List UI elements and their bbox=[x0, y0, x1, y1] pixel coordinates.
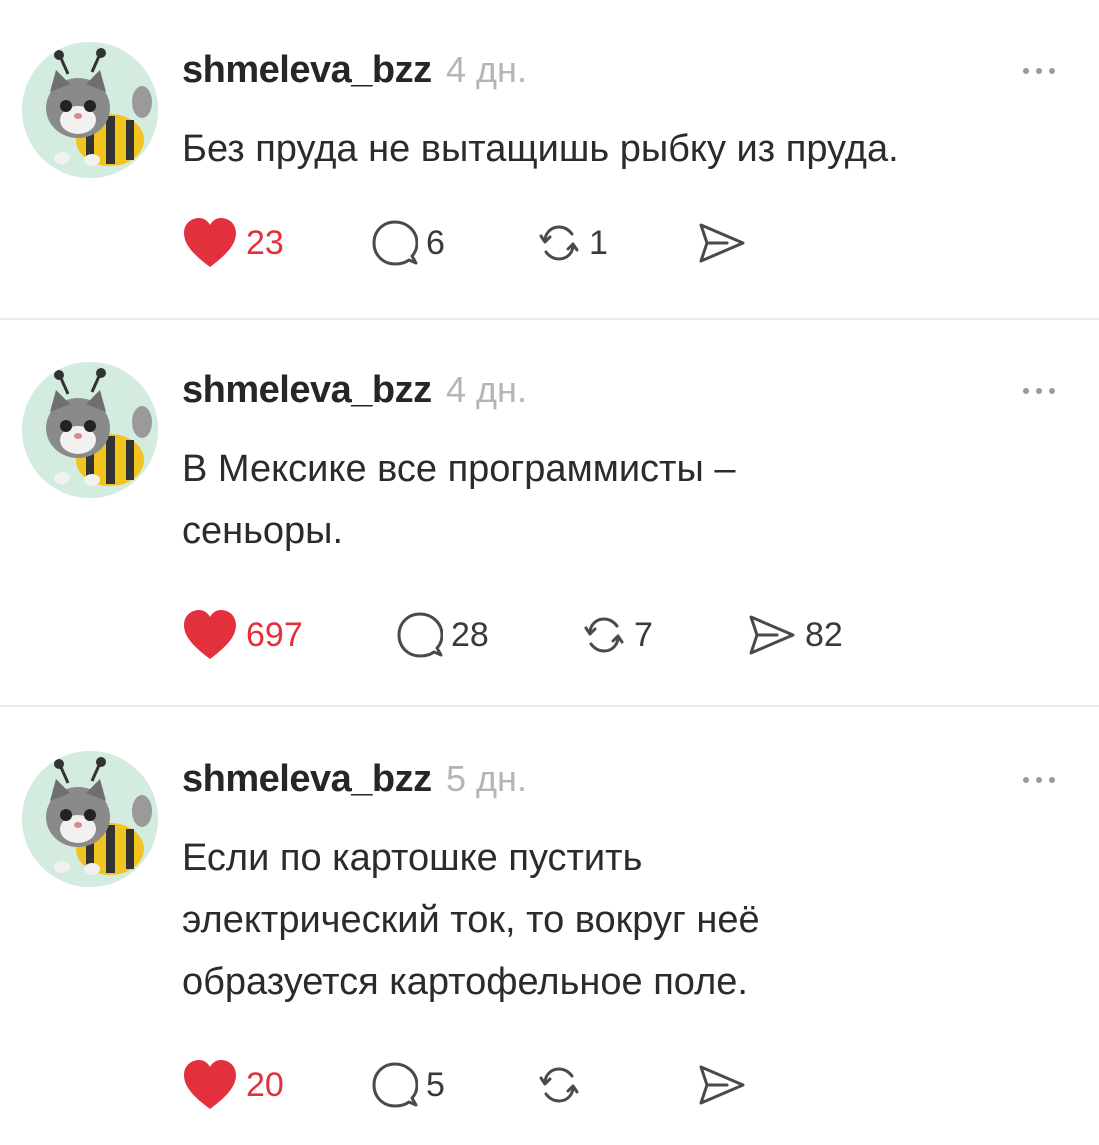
comment-count: 5 bbox=[426, 1065, 445, 1104]
post: shmeleva_bzz 4 дн. В Мексике все програм… bbox=[0, 320, 1099, 705]
like-count: 697 bbox=[246, 615, 303, 654]
comment-button[interactable]: 5 bbox=[372, 1057, 445, 1113]
post-meta: shmeleva_bzz 4 дн. bbox=[182, 45, 527, 95]
avatar[interactable] bbox=[22, 751, 158, 887]
repost-button[interactable] bbox=[537, 1057, 589, 1113]
repost-button[interactable]: 1 bbox=[537, 215, 608, 271]
like-count: 23 bbox=[246, 223, 284, 262]
repost-icon bbox=[539, 1067, 579, 1103]
comment-button[interactable]: 6 bbox=[372, 215, 445, 271]
bee-cat-avatar-icon bbox=[22, 751, 158, 887]
post-text-line: электрический ток, то вокруг неё bbox=[182, 899, 760, 941]
like-button[interactable]: 20 bbox=[182, 1057, 284, 1113]
share-send-icon bbox=[699, 1065, 745, 1105]
username[interactable]: shmeleva_bzz bbox=[182, 758, 432, 800]
avatar[interactable] bbox=[22, 362, 158, 498]
comment-bubble-icon bbox=[397, 612, 443, 658]
like-count: 20 bbox=[246, 1065, 284, 1104]
more-dots-icon[interactable] bbox=[1019, 769, 1059, 789]
post-meta: shmeleva_bzz 4 дн. bbox=[182, 365, 527, 415]
like-button[interactable]: 697 bbox=[182, 607, 303, 663]
share-button[interactable] bbox=[697, 215, 755, 271]
more-dots-icon[interactable] bbox=[1019, 380, 1059, 400]
post-text: Если по картошке пустить электрический т… bbox=[182, 827, 1072, 1013]
comment-count: 6 bbox=[426, 223, 445, 262]
repost-icon bbox=[584, 617, 624, 653]
post-text-line: Без пруда не вытащишь рыбку из пруда. bbox=[182, 128, 899, 170]
post-text: Без пруда не вытащишь рыбку из пруда. bbox=[182, 118, 1072, 180]
share-send-icon bbox=[699, 223, 745, 263]
post-time: 5 дн. bbox=[446, 758, 527, 799]
like-button[interactable]: 23 bbox=[182, 215, 284, 271]
username[interactable]: shmeleva_bzz bbox=[182, 369, 432, 411]
share-button[interactable]: 82 bbox=[747, 607, 843, 663]
comment-bubble-icon bbox=[372, 220, 418, 266]
username[interactable]: shmeleva_bzz bbox=[182, 49, 432, 91]
repost-icon bbox=[539, 225, 579, 261]
avatar[interactable] bbox=[22, 42, 158, 178]
post-text-line: образуется картофельное поле. bbox=[182, 961, 748, 1003]
feed: shmeleva_bzz 4 дн. Без пруда не вытащишь… bbox=[0, 0, 1099, 1145]
heart-icon bbox=[184, 1060, 236, 1109]
share-count: 82 bbox=[805, 615, 843, 654]
post: shmeleva_bzz 4 дн. Без пруда не вытащишь… bbox=[0, 0, 1099, 318]
comment-count: 28 bbox=[451, 615, 489, 654]
heart-icon bbox=[184, 218, 236, 267]
repost-count: 7 bbox=[634, 615, 653, 654]
post-time: 4 дн. bbox=[446, 369, 527, 410]
comment-button[interactable]: 28 bbox=[397, 607, 489, 663]
share-send-icon bbox=[749, 615, 795, 655]
post-time: 4 дн. bbox=[446, 49, 527, 90]
post-meta: shmeleva_bzz 5 дн. bbox=[182, 754, 527, 804]
post: shmeleva_bzz 5 дн. Если по картошке пуст… bbox=[0, 707, 1099, 1145]
bee-cat-avatar-icon bbox=[22, 362, 158, 498]
post-text-line: В Мексике все программисты – bbox=[182, 448, 736, 490]
heart-icon bbox=[184, 610, 236, 659]
comment-bubble-icon bbox=[372, 1062, 418, 1108]
bee-cat-avatar-icon bbox=[22, 42, 158, 178]
more-dots-icon[interactable] bbox=[1019, 60, 1059, 80]
post-text-line: Если по картошке пустить bbox=[182, 837, 643, 879]
repost-button[interactable]: 7 bbox=[582, 607, 653, 663]
share-button[interactable] bbox=[697, 1057, 755, 1113]
post-text-line: сеньоры. bbox=[182, 510, 344, 552]
repost-count: 1 bbox=[589, 223, 608, 262]
post-text: В Мексике все программисты – сеньоры. bbox=[182, 438, 1072, 562]
